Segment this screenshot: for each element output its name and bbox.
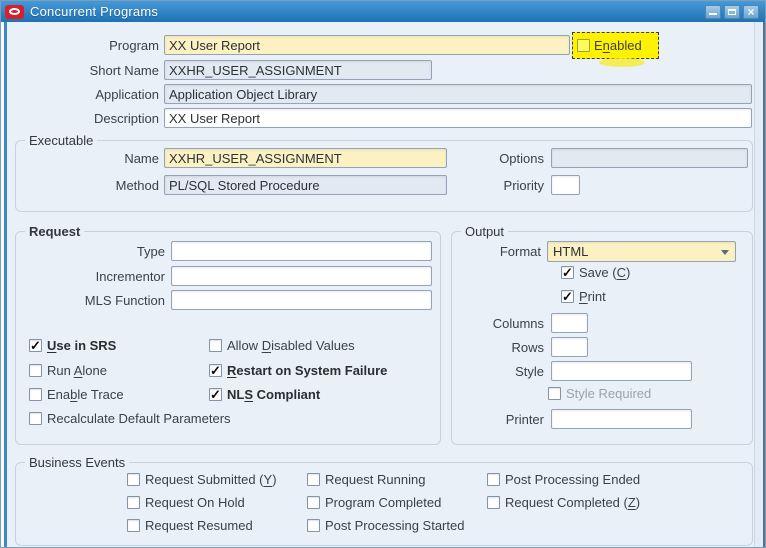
- minimize-icon: [709, 12, 717, 15]
- printer-input[interactable]: [551, 409, 692, 429]
- allow-disabled-values-checkbox[interactable]: Allow Disabled Values: [209, 337, 355, 353]
- save-checkbox[interactable]: Save (C): [561, 264, 630, 281]
- short-name-input[interactable]: [164, 60, 432, 80]
- program-label: Program: [109, 38, 159, 53]
- incrementor-label: Incrementor: [95, 269, 165, 284]
- checkbox-icon: [548, 386, 561, 400]
- mls-function-input[interactable]: [171, 290, 432, 310]
- request-group-title: Request: [25, 224, 85, 239]
- checkbox-icon: [127, 518, 140, 532]
- checkbox-icon: [29, 411, 42, 425]
- application-input[interactable]: [164, 84, 752, 104]
- checkbox-icon: [29, 338, 42, 354]
- restart-on-system-failure-checkbox[interactable]: Restart on System Failure: [209, 362, 387, 379]
- rows-input[interactable]: [551, 337, 588, 357]
- description-input[interactable]: [164, 108, 752, 128]
- minimize-button[interactable]: [705, 4, 721, 19]
- checkbox-icon: [127, 472, 140, 486]
- format-label: Format: [499, 244, 541, 259]
- checkbox-icon: [307, 472, 320, 486]
- executable-name-input[interactable]: [164, 148, 447, 168]
- maximize-icon: [728, 8, 736, 15]
- style-required-checkbox[interactable]: Style Required: [548, 385, 651, 401]
- checkbox-icon: [487, 495, 500, 509]
- checkbox-icon: [561, 289, 574, 305]
- checkbox-icon: [209, 338, 222, 352]
- output-group-title: Output: [461, 224, 509, 239]
- executable-group-title: Executable: [25, 133, 98, 148]
- executable-name-label: Name: [124, 151, 159, 166]
- oracle-logo-icon: [5, 4, 24, 19]
- post-processing-ended-checkbox[interactable]: Post Processing Ended: [487, 471, 640, 487]
- checkbox-icon: [577, 39, 590, 52]
- checkbox-icon: [209, 387, 222, 403]
- priority-label: Priority: [503, 178, 544, 193]
- request-on-hold-checkbox[interactable]: Request On Hold: [127, 494, 245, 510]
- request-running-checkbox[interactable]: Request Running: [307, 471, 425, 487]
- options-input[interactable]: [551, 148, 748, 168]
- window-titlebar[interactable]: Concurrent Programs ×: [1, 1, 765, 22]
- checkbox-icon: [487, 472, 500, 486]
- request-completed-checkbox[interactable]: Request Completed (Z): [487, 494, 640, 510]
- mls-function-label: MLS Function: [84, 293, 165, 308]
- business-events-group-title: Business Events: [25, 455, 130, 470]
- type-label: Type: [136, 244, 165, 259]
- format-value: HTML: [553, 244, 589, 259]
- chevron-down-icon: [721, 250, 729, 259]
- options-label: Options: [499, 151, 544, 166]
- window-left-accent: [4, 22, 7, 547]
- window-title: Concurrent Programs: [30, 4, 159, 19]
- printer-label: Printer: [505, 412, 544, 427]
- enabled-checkbox[interactable]: Enabled: [572, 32, 659, 59]
- enable-trace-checkbox[interactable]: Enable Trace: [29, 386, 124, 402]
- run-alone-checkbox[interactable]: Run Alone: [29, 362, 107, 378]
- maximize-button[interactable]: [724, 4, 740, 19]
- style-input[interactable]: [551, 361, 692, 381]
- format-select[interactable]: HTML: [547, 241, 736, 262]
- post-processing-started-checkbox[interactable]: Post Processing Started: [307, 517, 464, 533]
- checkbox-icon: [209, 363, 222, 379]
- rows-label: Rows: [511, 340, 544, 355]
- short-name-label: Short Name: [89, 63, 159, 78]
- nls-compliant-checkbox[interactable]: NLS Compliant: [209, 386, 320, 403]
- checkbox-icon: [307, 518, 320, 532]
- executable-method-input[interactable]: [164, 175, 447, 195]
- concurrent-programs-window: Concurrent Programs × Program Enabled Sh…: [0, 0, 766, 548]
- checkbox-icon: [561, 265, 574, 281]
- print-checkbox[interactable]: Print: [561, 288, 606, 305]
- window-controls: ×: [705, 4, 761, 19]
- request-resumed-checkbox[interactable]: Request Resumed: [127, 517, 253, 533]
- incrementor-input[interactable]: [171, 266, 432, 286]
- program-input[interactable]: [164, 35, 570, 55]
- checkbox-icon: [29, 387, 42, 401]
- priority-input[interactable]: [551, 175, 580, 195]
- highlight-smudge: [599, 58, 645, 67]
- type-input[interactable]: [171, 241, 432, 261]
- description-label: Description: [93, 111, 159, 126]
- use-in-srs-checkbox[interactable]: Use in SRS: [29, 337, 116, 354]
- checkbox-icon: [127, 495, 140, 509]
- columns-input[interactable]: [551, 313, 588, 333]
- program-completed-checkbox[interactable]: Program Completed: [307, 494, 441, 510]
- checkbox-icon: [307, 495, 320, 509]
- application-label: Application: [95, 87, 159, 102]
- style-label: Style: [515, 364, 544, 379]
- checkbox-icon: [29, 363, 42, 377]
- close-button[interactable]: ×: [743, 4, 759, 19]
- columns-label: Columns: [492, 316, 544, 331]
- close-icon: ×: [747, 4, 755, 19]
- executable-method-label: Method: [115, 178, 159, 193]
- request-submitted-checkbox[interactable]: Request Submitted (Y): [127, 471, 277, 487]
- recalculate-default-parameters-checkbox[interactable]: Recalculate Default Parameters: [29, 410, 231, 426]
- window-right-accent: [763, 22, 765, 547]
